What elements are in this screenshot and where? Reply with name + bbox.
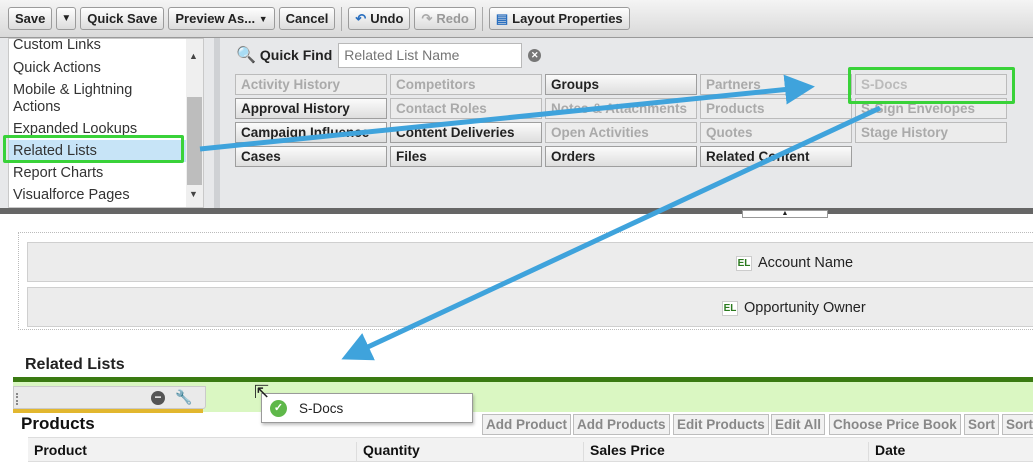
save-button[interactable]: Save <box>8 7 53 30</box>
redo-label: Redo <box>436 11 469 26</box>
sidebar-item-report-charts[interactable]: Report Charts <box>13 165 183 182</box>
page-layout-toolbar: Save ▼ Quick Save Preview As... ▼ Cancel… <box>0 0 1033 38</box>
check-icon: ✓ <box>270 399 287 417</box>
remove-icon[interactable]: − <box>151 391 165 405</box>
palette-item-campaign-influence[interactable]: Campaign Influence <box>235 122 387 143</box>
field-row-account-name[interactable]: EL Account Name <box>27 242 1033 282</box>
scroll-thumb[interactable] <box>187 97 202 185</box>
palette-item-contact-roles[interactable]: Contact Roles <box>390 98 542 119</box>
sidebar-scrollbar[interactable]: ▲ ▼ <box>186 39 203 207</box>
dragging-s-docs-item[interactable]: ✓ S-Docs <box>261 393 473 423</box>
palette-item-stage-history[interactable]: Stage History <box>855 122 1007 143</box>
scroll-up-icon[interactable]: ▲ <box>189 51 198 61</box>
undo-icon: ↶ <box>355 10 367 26</box>
choose-price-book-button[interactable]: Choose Price Book <box>829 414 961 435</box>
clear-icon[interactable]: ✕ <box>528 48 542 62</box>
edit-all-button[interactable]: Edit All <box>771 414 825 435</box>
field-type-icon: EL <box>736 255 752 271</box>
products-related-list-title: Products <box>21 414 95 433</box>
redo-icon: ↷ <box>421 10 433 26</box>
layout-fields-section: EL Account Name EL Opportunity Owner <box>18 232 1033 330</box>
column-header-date: Date <box>868 442 1033 462</box>
products-table-header: Product Quantity Sales Price Date <box>28 437 1033 462</box>
palette-splitter[interactable] <box>214 38 220 208</box>
sidebar-item-visualforce-pages[interactable]: Visualforce Pages <box>13 187 183 204</box>
add-product-button[interactable]: Add Product <box>482 414 571 435</box>
sidebar-item-quick-actions[interactable]: Quick Actions <box>13 60 183 77</box>
palette-item-related-content[interactable]: Related Content <box>700 146 852 167</box>
palette-item-competitors[interactable]: Competitors <box>390 74 542 95</box>
sort-button[interactable]: Sort <box>964 414 999 435</box>
preview-as-label: Preview As... <box>175 11 256 26</box>
highlight-s-docs <box>848 67 1015 104</box>
account-name-field: EL Account Name <box>736 255 853 271</box>
column-header-quantity: Quantity <box>356 442 584 462</box>
related-lists-heading: Related Lists <box>25 356 125 373</box>
properties-icon: ▤ <box>495 10 509 26</box>
quick-find: 🔍 Quick Find ✕ <box>236 42 542 68</box>
field-label: Account Name <box>758 255 854 271</box>
field-type-icon: EL <box>722 300 738 316</box>
dragging-label: S-Docs <box>299 400 344 416</box>
toolbar-divider <box>341 6 343 31</box>
palette-item-files[interactable]: Files <box>390 146 542 167</box>
palette-item-partners[interactable]: Partners <box>700 74 852 95</box>
palette-item-products[interactable]: Products <box>700 98 852 119</box>
save-dropdown-button[interactable]: ▼ <box>56 7 77 30</box>
undo-label: Undo <box>370 11 404 26</box>
palette-item-notes-attachments[interactable]: Notes & Attachments <box>545 98 697 119</box>
quick-find-input[interactable] <box>338 42 523 68</box>
sidebar-item-custom-links[interactable]: Custom Links <box>13 39 183 54</box>
field-label: Opportunity Owner <box>744 300 866 316</box>
undo-button[interactable]: ↶ Undo <box>348 7 411 30</box>
palette-item-open-activities[interactable]: Open Activities <box>545 122 697 143</box>
palette-item-orders[interactable]: Orders <box>545 146 697 167</box>
highlight-related-lists <box>3 135 184 163</box>
related-list-tools: − 🔧 <box>13 386 206 409</box>
related-list-accent <box>13 409 203 413</box>
palette-item-content-deliveries[interactable]: Content Deliveries <box>390 122 542 143</box>
palette-item-activity-history[interactable]: Activity History <box>235 74 387 95</box>
sidebar-item-mobile-lightning-actions[interactable]: Mobile & Lightning Actions <box>13 82 183 116</box>
search-icon: 🔍 <box>236 47 256 64</box>
column-header-product: Product <box>34 442 87 458</box>
wrench-icon[interactable]: 🔧 <box>175 389 192 406</box>
palette-item-quotes[interactable]: Quotes <box>700 122 852 143</box>
add-products-button[interactable]: Add Products <box>573 414 670 435</box>
cursor-icon: ⇱ <box>254 382 270 402</box>
chevron-down-icon: ▼ <box>258 13 268 24</box>
edit-products-button[interactable]: Edit Products <box>673 414 769 435</box>
palette-item-groups[interactable]: Groups <box>545 74 697 95</box>
toolbar-divider <box>481 6 483 31</box>
layout-properties-button[interactable]: ▤ Layout Properties <box>488 7 630 30</box>
palette-item-approval-history[interactable]: Approval History <box>235 98 387 119</box>
drag-handle-icon[interactable] <box>16 393 20 405</box>
quick-find-label: Quick Find <box>259 47 333 63</box>
palette-item-cases[interactable]: Cases <box>235 146 387 167</box>
sort-button-2[interactable]: Sort <box>1002 414 1033 435</box>
redo-button[interactable]: ↷ Redo <box>414 7 476 30</box>
column-header-sales-price: Sales Price <box>583 442 869 462</box>
quick-save-button[interactable]: Quick Save <box>80 7 165 30</box>
opportunity-owner-field: EL Opportunity Owner <box>722 300 866 316</box>
preview-as-button[interactable]: Preview As... ▼ <box>168 7 275 30</box>
scroll-down-icon[interactable]: ▼ <box>189 189 198 199</box>
palette-category-list: Custom Links Quick Actions Mobile & Ligh… <box>8 38 204 208</box>
layout-properties-label: Layout Properties <box>512 11 623 26</box>
field-row-opportunity-owner[interactable]: EL Opportunity Owner <box>27 287 1033 327</box>
palette-panel: Custom Links Quick Actions Mobile & Ligh… <box>0 38 1033 218</box>
cancel-button[interactable]: Cancel <box>278 7 336 30</box>
collapse-palette-icon[interactable]: ▲ <box>742 210 828 218</box>
